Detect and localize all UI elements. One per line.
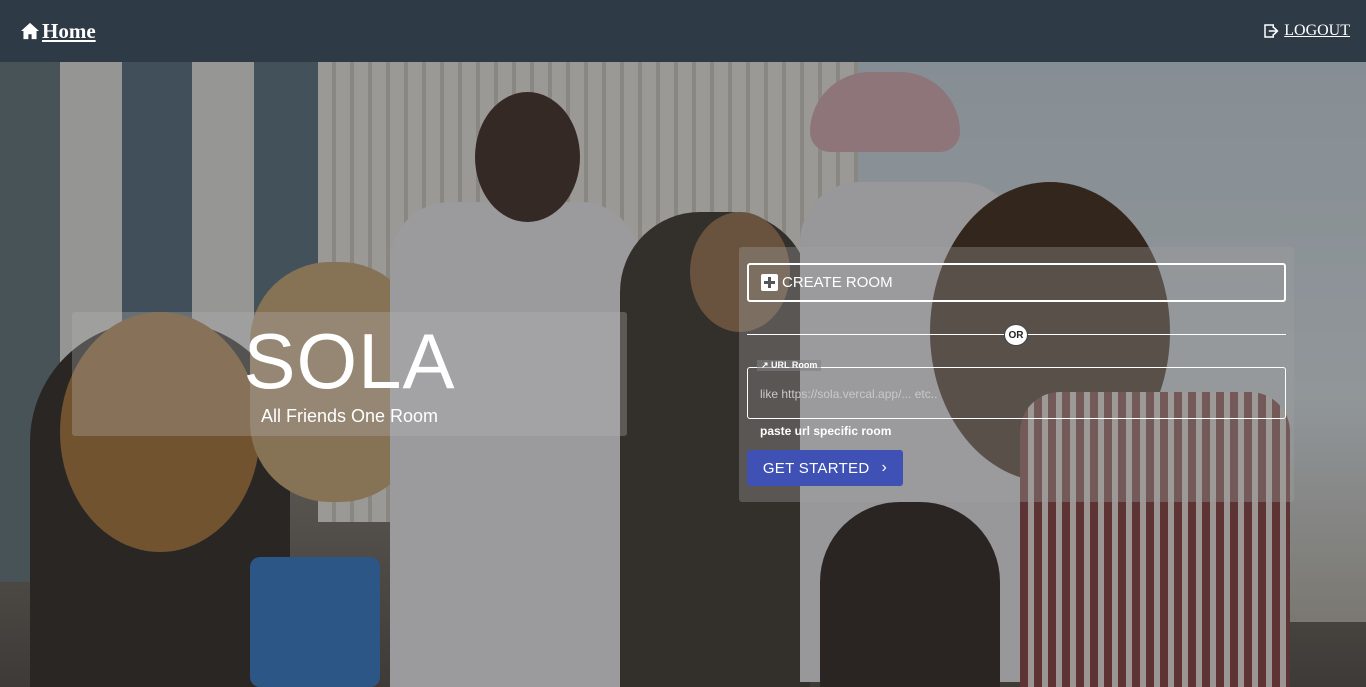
brand-card: SOLA All Friends One Room [72, 312, 627, 436]
get-started-button[interactable]: GET STARTED › [747, 450, 903, 486]
brand-tagline: All Friends One Room [260, 405, 439, 426]
top-app-bar: Home LOGOUT [0, 0, 1366, 62]
home-label: Home [42, 18, 96, 43]
url-room-field[interactable]: ↗ URL Room [747, 360, 1286, 419]
logout-label: LOGOUT [1284, 22, 1350, 39]
plus-box-icon [761, 274, 778, 291]
home-link[interactable]: Home [20, 19, 96, 44]
chevron-right-icon: › [881, 459, 888, 476]
create-room-label: CREATE ROOM [782, 274, 893, 291]
url-field-legend: ↗ URL Room [757, 360, 822, 371]
home-icon [21, 22, 39, 40]
url-room-input[interactable] [760, 384, 1270, 404]
logout-link[interactable]: LOGOUT [1262, 22, 1350, 40]
get-started-label: GET STARTED [762, 459, 870, 477]
create-room-button[interactable]: CREATE ROOM [747, 263, 1286, 302]
logout-icon [1264, 24, 1279, 38]
brand-title: SOLA [243, 316, 456, 405]
url-helper-text: paste url specific room [760, 424, 892, 438]
or-badge: OR [1004, 324, 1028, 346]
hero-background-photo: SOLA All Friends One Room CREATE ROOM OR… [0, 62, 1366, 687]
room-form-panel: CREATE ROOM OR ↗ URL Room paste url spec… [739, 247, 1294, 502]
